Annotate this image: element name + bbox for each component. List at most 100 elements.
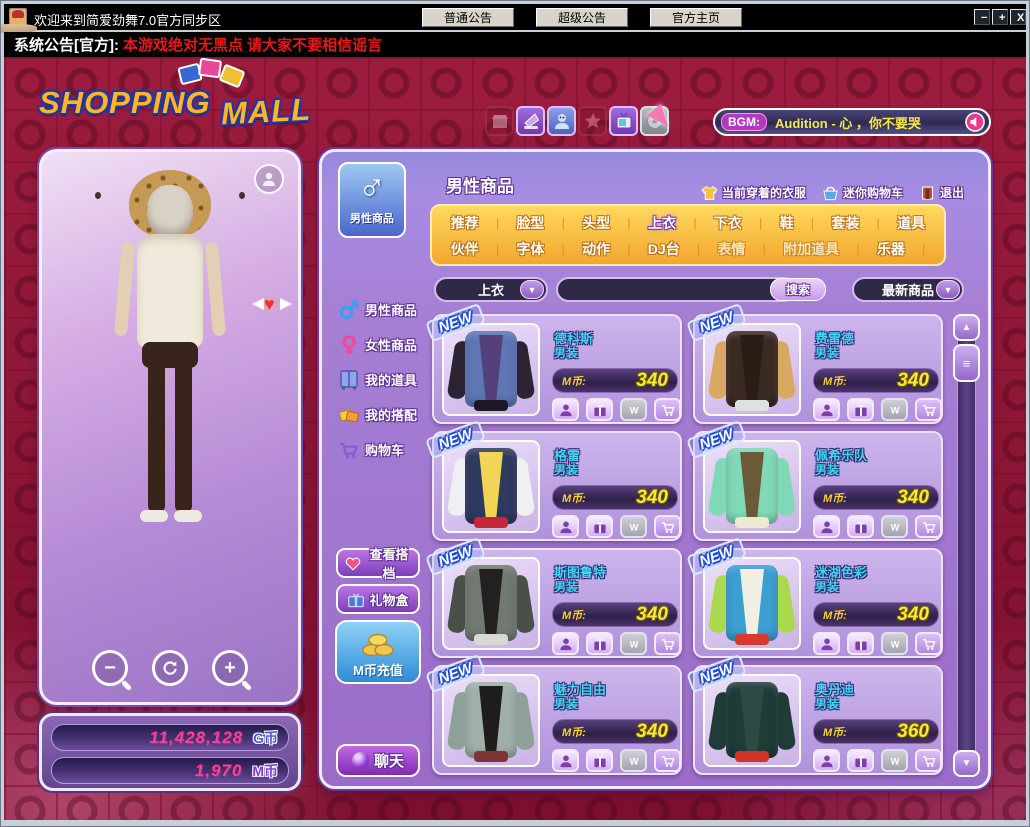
tab-字体[interactable]: 字体	[516, 239, 544, 259]
chevron-down-icon[interactable]: ▼	[520, 280, 544, 299]
view-partner-button[interactable]: 查看搭档	[336, 548, 420, 578]
scrollbar-thumb[interactable]: ≡	[953, 344, 980, 382]
close-button[interactable]: X	[1010, 9, 1026, 25]
product-image[interactable]	[703, 440, 801, 533]
tab-套装[interactable]: 套装	[831, 213, 859, 233]
add-to-cart-button[interactable]	[654, 632, 681, 655]
tab-下衣[interactable]: 下衣	[714, 213, 742, 233]
gift-button[interactable]	[847, 749, 874, 772]
sidebar-item-男性商品[interactable]: 男性商品	[338, 292, 430, 327]
sidebar-item-购物车[interactable]: 购物车	[338, 432, 430, 467]
product-image[interactable]	[442, 323, 540, 416]
person-icon[interactable]	[254, 164, 284, 194]
tab-头型[interactable]: 头型	[582, 213, 610, 233]
scroll-down-button[interactable]: ▼	[953, 750, 980, 777]
normal-notice-button[interactable]: 普通公告	[422, 8, 514, 27]
gift-button[interactable]	[586, 749, 613, 772]
currency-label: M币:	[823, 607, 847, 623]
try-on-button[interactable]	[813, 398, 840, 421]
shop-sidebar: 男性商品女性商品我的道具我的搭配购物车	[338, 292, 430, 467]
tab-DJ台[interactable]: DJ台	[648, 239, 680, 259]
product-image[interactable]	[442, 674, 540, 767]
product-card: NEW 佩希乐队 男装 M币: 340 W	[693, 431, 943, 541]
add-to-cart-button[interactable]	[915, 515, 942, 538]
try-on-button[interactable]	[552, 749, 579, 772]
tab-道具[interactable]: 道具	[897, 213, 925, 233]
price-pill: M币: 340	[813, 602, 939, 627]
character-preview[interactable]	[85, 170, 255, 640]
product-image[interactable]	[703, 557, 801, 650]
tab-separator: |	[562, 216, 565, 230]
try-on-button[interactable]	[552, 515, 579, 538]
mcoin-recharge-button[interactable]: M币充值	[335, 620, 421, 684]
gift-button[interactable]	[586, 515, 613, 538]
male-category-tile[interactable]: ♂ 男性商品	[338, 162, 406, 238]
wardrobe-button: W	[881, 398, 908, 421]
search-input[interactable]	[556, 277, 796, 302]
try-on-button[interactable]	[813, 749, 840, 772]
tab-表情[interactable]: 表情	[717, 239, 745, 259]
add-to-cart-button[interactable]	[654, 749, 681, 772]
chat-button[interactable]: 聊天	[336, 744, 420, 777]
minimize-button[interactable]: −	[974, 9, 990, 25]
toolbar-icon-strip	[485, 106, 669, 136]
tab-上衣[interactable]: 上衣	[648, 213, 676, 233]
tab-脸型[interactable]: 脸型	[516, 213, 544, 233]
tab-伙伴[interactable]: 伙伴	[451, 239, 479, 259]
try-on-button[interactable]	[552, 632, 579, 655]
price-value: 340	[636, 721, 668, 743]
tab-推荐[interactable]: 推荐	[451, 213, 479, 233]
gift-box-button[interactable]: 礼物盒	[336, 584, 420, 614]
male-symbol-icon: ♂	[340, 164, 404, 210]
product-actions: W	[552, 749, 681, 772]
sort-dropdown[interactable]: 最新商品 ▼	[852, 277, 964, 302]
add-to-cart-button[interactable]	[915, 632, 942, 655]
product-card: NEW 格雷 男装 M币: 340 W	[432, 431, 682, 541]
gift-button[interactable]	[847, 398, 874, 421]
gift-button[interactable]	[847, 632, 874, 655]
character-top	[137, 234, 203, 348]
search-button[interactable]: 搜索	[770, 278, 826, 301]
gift-button[interactable]	[586, 632, 613, 655]
tab-乐器[interactable]: 乐器	[877, 239, 905, 259]
add-to-cart-button[interactable]	[915, 749, 942, 772]
zoom-in-button[interactable]: +	[212, 650, 248, 686]
try-on-button[interactable]	[552, 398, 579, 421]
sidebar-item-女性商品[interactable]: 女性商品	[338, 327, 430, 362]
gift-button[interactable]	[586, 398, 613, 421]
gift-button[interactable]	[847, 515, 874, 538]
mini-cart-link[interactable]: 迷你购物车	[822, 184, 903, 201]
sidebar-item-我的搭配[interactable]: 我的搭配	[338, 397, 430, 432]
sidebar-item-我的道具[interactable]: 我的道具	[338, 362, 430, 397]
tv-icon[interactable]	[609, 106, 638, 136]
tab-动作[interactable]: 动作	[582, 239, 610, 259]
product-image[interactable]	[703, 674, 801, 767]
add-to-cart-button[interactable]	[654, 398, 681, 421]
try-on-button[interactable]	[813, 515, 840, 538]
speaker-icon[interactable]	[965, 112, 985, 132]
super-notice-button[interactable]: 超级公告	[536, 8, 628, 27]
exit-link[interactable]: 退出	[919, 184, 964, 201]
add-to-cart-button[interactable]	[915, 398, 942, 421]
product-image[interactable]	[442, 440, 540, 533]
rotate-button[interactable]	[152, 650, 188, 686]
svg-text:W: W	[890, 405, 899, 415]
category-dropdown[interactable]: 上衣 ▼	[434, 277, 548, 302]
try-on-button[interactable]	[813, 632, 840, 655]
gramophone-icon[interactable]	[516, 106, 545, 136]
tab-鞋[interactable]: 鞋	[780, 213, 794, 233]
official-site-button[interactable]: 官方主页	[650, 8, 742, 27]
tab-separator: |	[496, 242, 499, 256]
tab-附加道具[interactable]: 附加道具	[783, 239, 839, 259]
scrollbar-track[interactable]	[957, 315, 976, 775]
add-to-cart-button[interactable]	[654, 515, 681, 538]
product-image[interactable]	[442, 557, 540, 650]
current-outfit-link[interactable]: 当前穿着的衣服	[701, 184, 806, 201]
gold-balance-row: 11,428,128 G币	[51, 724, 289, 751]
avatar-shop-icon[interactable]	[547, 106, 576, 136]
zoom-out-button[interactable]: −	[92, 650, 128, 686]
maximize-button[interactable]: +	[992, 9, 1008, 25]
scroll-up-button[interactable]: ▲	[953, 314, 980, 341]
product-image[interactable]	[703, 323, 801, 416]
chevron-down-icon[interactable]: ▼	[936, 280, 960, 299]
